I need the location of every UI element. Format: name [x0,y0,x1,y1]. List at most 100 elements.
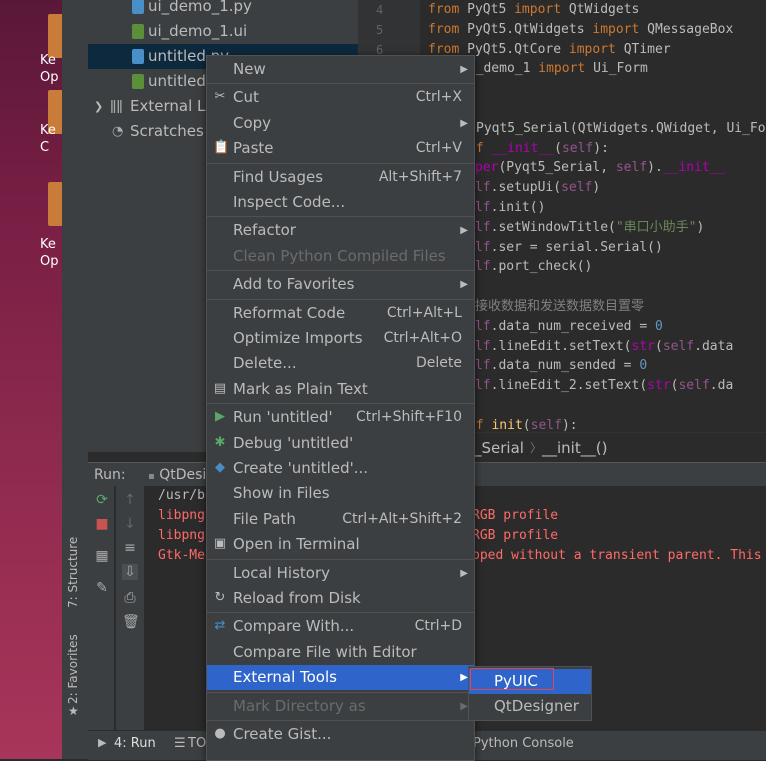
soft-wrap-icon[interactable]: ≡ [122,540,138,556]
trash-icon[interactable]: 🗑 [122,614,140,630]
menu-item-external-tools[interactable]: External Tools ▶ [207,665,474,691]
menu-item-label: Cut [233,88,259,107]
menu-item-paste[interactable]: 📋 Paste Ctrl+V [207,136,474,161]
code-token: 0 [639,358,648,374]
menu-item-optimize-imports[interactable]: Optimize Imports Ctrl+Alt+O [207,326,474,351]
breadcrumb-class[interactable]: _Serial [474,439,524,457]
todo-tab-icon: ☰ [174,736,186,751]
menu-item-compare-with[interactable]: ⇄ Compare With... Ctrl+D [207,614,474,639]
chevron-right-icon[interactable]: ❯ [94,94,103,119]
menu-separator [207,720,474,721]
console-line: /usr/bi [158,488,213,503]
menu-item-refactor[interactable]: Refactor ▶ [207,218,474,243]
console-line-tail: RGB profile [472,528,559,543]
menu-separator [207,298,474,300]
run-tab[interactable]: ▪ QtDesi [148,467,206,483]
menu-item-label: Local History [233,563,331,582]
code-token: ( [522,417,531,433]
run-tab-icon: ▶ [98,736,107,749]
breadcrumb-method[interactable]: __init__() [542,439,607,457]
code-token: self [678,378,710,394]
menu-item-find-usages[interactable]: Find Usages Alt+Shift+7 [207,165,474,190]
menu-item-debug-untitled[interactable]: ✱ Debug 'untitled' [207,431,474,456]
menu-item-mark-as-plain-text[interactable]: ▤ Mark as Plain Text [207,377,474,402]
code-token: ). [647,160,663,176]
scroll-to-end-icon[interactable]: ⇩ [122,564,138,580]
menu-item-show-in-files[interactable]: Show in Files [207,481,474,506]
menu-item-label: Open in Terminal [233,535,360,554]
desktop-icon-2[interactable]: Ke C [0,90,62,180]
arrow-up-icon[interactable]: ↑ [122,492,138,508]
menu-item-label: QtDesigner [494,697,579,715]
stop-icon[interactable]: ■ [94,516,110,532]
code-token: 0 [655,318,663,334]
chevron-right-icon: 〉 [530,441,543,455]
menu-item-qtdesigner[interactable]: QtDesigner [469,694,591,719]
menu-item-new[interactable]: New ▶ [207,57,474,82]
code-token: __init__ [662,160,726,176]
layout-icon[interactable]: ▦ [94,548,110,564]
menu-item-create-untitled[interactable]: ◆ Create 'untitled'... [207,456,474,481]
tree-item-file[interactable]: ui_demo_1.py [88,0,358,19]
tree-item-file[interactable]: ui_demo_1.ui [88,19,358,44]
menu-item-add-to-favorites[interactable]: Add to Favorites ▶ [207,272,474,297]
menu-item-reformat-code[interactable]: Reformat Code Ctrl+Alt+L [207,301,474,326]
menu-separator [207,216,474,218]
menu-item-copy[interactable]: Copy ▶ [207,111,474,136]
code-token: Ui_Form [593,61,648,77]
menu-separator [207,612,474,614]
code-token: str [631,338,655,354]
code-token: import [592,21,648,37]
desktop-icon-3[interactable]: Ke Op [0,182,62,272]
menu-item-label: Paste [233,139,274,158]
menu-item-compare-file-with-editor[interactable]: Compare File with Editor [207,640,474,665]
code-token: .init() [490,200,546,215]
menu-item-clean-python-compiled-files: Clean Python Compiled Files [207,244,474,269]
console-line: libpng [158,508,205,523]
console-line: libpng [158,528,205,543]
python-file-icon [132,49,144,64]
menu-item-shortcut: Ctrl+Alt+L [386,304,462,321]
code-token: .ser = serial.Serial() [490,239,663,255]
code-token: .da [709,378,734,394]
submenu-arrow-icon: ▶ [460,700,468,712]
run-tool-tab[interactable]: 4: Run [114,736,156,751]
menu-item-label: Refactor [233,221,296,240]
structure-tab[interactable]: 7: Structure [66,528,86,608]
run-icon: ▶ [215,409,225,425]
code-token: .port_check() [490,259,593,275]
python-console-tab[interactable]: Python Console [473,736,574,751]
github-icon: ● [214,726,226,741]
pin-icon[interactable]: ✎ [94,580,110,596]
arrow-down-icon[interactable]: ↓ [122,516,138,532]
menu-item-cut[interactable]: ✂ Cut Ctrl+X [207,85,474,110]
menu-item-label: Clean Python Compiled Files [233,246,446,265]
code-line: from PyQt5.QtWidgets import QMessageBox [428,20,733,40]
code-token: (Pyqt5_Serial, [498,160,616,176]
code-line: ui_demo_1 import Ui_Form [460,59,648,79]
print-icon[interactable]: ⎙ [122,590,138,606]
run-tab-label: QtDesi [159,467,207,483]
run-toolbar-primary: ⟳ ■ ▦ ✎ [88,486,114,730]
todo-tool-tab[interactable]: TO [188,736,206,751]
code-token: QtWidgets [568,2,640,17]
rerun-icon[interactable]: ⟳ [94,492,110,508]
menu-separator [207,558,474,560]
cut-icon: ✂ [214,89,226,105]
menu-item-run-untitled[interactable]: ▶ Run 'untitled' Ctrl+Shift+F10 [207,405,474,430]
code-token: ( [554,140,562,156]
desktop-icon-label: Ke C [40,123,56,155]
menu-item-inspect-code[interactable]: Inspect Code... [207,190,474,215]
code-token: .setupUi( [490,180,562,196]
menu-item-reload-from-disk[interactable]: ↻ Reload from Disk [207,586,474,611]
menu-item-delete[interactable]: Delete... Delete [207,351,474,376]
code-token: .lineEdit_2.setText( [490,378,648,394]
menu-item-label: Find Usages [233,167,324,186]
menu-item-local-history[interactable]: Local History ▶ [207,561,474,586]
menu-item-file-path[interactable]: File Path Ctrl+Alt+Shift+2 [207,507,474,532]
menu-item-label: File Path [233,509,296,528]
menu-item-open-in-terminal[interactable]: ▣ Open in Terminal [207,532,474,557]
favorites-tab[interactable]: 2: Favorites [66,634,86,704]
console-line-tail: RGB profile [472,508,559,523]
menu-item-create-gist[interactable]: ● Create Gist... [207,722,474,747]
